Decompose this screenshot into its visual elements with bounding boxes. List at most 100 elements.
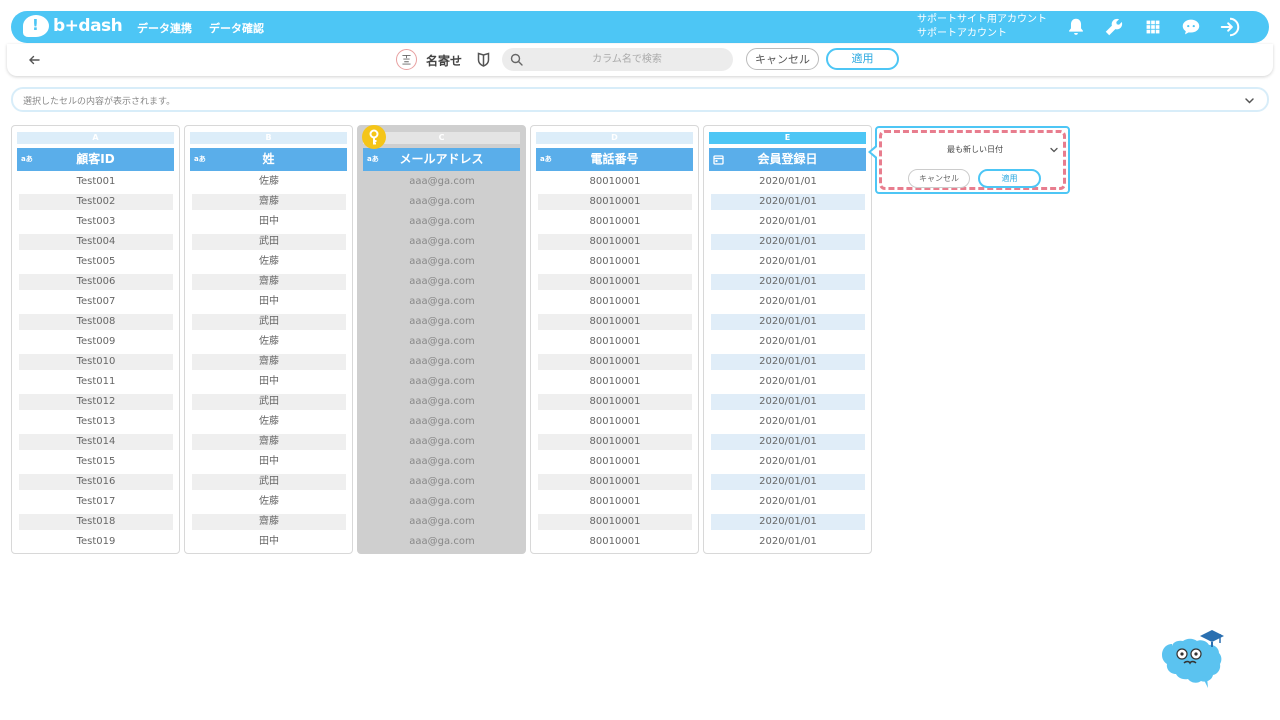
table-cell[interactable]: 武田 bbox=[192, 234, 346, 250]
nav-data-link[interactable]: データ連携 bbox=[137, 20, 192, 36]
table-cell[interactable]: 80010001 bbox=[538, 254, 692, 270]
table-cell[interactable]: 2020/01/01 bbox=[711, 294, 865, 310]
table-cell[interactable]: 80010001 bbox=[538, 354, 692, 370]
column-letter[interactable]: A bbox=[17, 132, 174, 144]
table-cell[interactable]: aaa@ga.com bbox=[365, 274, 519, 290]
table-cell[interactable]: 武田 bbox=[192, 314, 346, 330]
table-cell[interactable]: 80010001 bbox=[538, 494, 692, 510]
table-cell[interactable]: 2020/01/01 bbox=[711, 394, 865, 410]
account-info[interactable]: サポートサイト用アカウント サポートアカウント bbox=[917, 13, 1047, 41]
table-cell[interactable]: Test008 bbox=[19, 314, 173, 330]
table-cell[interactable]: 80010001 bbox=[538, 474, 692, 490]
wrench-icon[interactable] bbox=[1103, 16, 1125, 38]
table-cell[interactable]: aaa@ga.com bbox=[365, 434, 519, 450]
table-cell[interactable]: 2020/01/01 bbox=[711, 194, 865, 210]
merge-rule-select[interactable]: 最も新しい日付 bbox=[888, 139, 1062, 161]
table-cell[interactable]: 2020/01/01 bbox=[711, 174, 865, 190]
column-letter[interactable]: B bbox=[190, 132, 347, 144]
table-cell[interactable]: 2020/01/01 bbox=[711, 434, 865, 450]
table-cell[interactable]: 2020/01/01 bbox=[711, 314, 865, 330]
table-cell[interactable]: 佐藤 bbox=[192, 254, 346, 270]
popup-apply-button[interactable]: 適用 bbox=[978, 169, 1041, 188]
column-header[interactable]: aあ メールアドレス bbox=[363, 148, 520, 171]
table-cell[interactable]: Test003 bbox=[19, 214, 173, 230]
table-cell[interactable]: Test018 bbox=[19, 514, 173, 530]
cancel-button[interactable]: キャンセル bbox=[746, 48, 819, 70]
table-cell[interactable]: 80010001 bbox=[538, 434, 692, 450]
table-cell[interactable]: 齋藤 bbox=[192, 354, 346, 370]
table-cell[interactable]: Test012 bbox=[19, 394, 173, 410]
table-cell[interactable]: aaa@ga.com bbox=[365, 174, 519, 190]
table-cell[interactable]: 80010001 bbox=[538, 274, 692, 290]
table-cell[interactable]: 田中 bbox=[192, 534, 346, 550]
column-letter[interactable]: D bbox=[536, 132, 693, 144]
help-chat-icon[interactable] bbox=[1180, 16, 1202, 38]
column-e[interactable]: E 会員登録日 2020/01/01 2020/01/01 2020/01/01 2020… bbox=[703, 125, 872, 554]
column-b[interactable]: Baあ姓佐藤 齋藤 田中 武田 佐藤 齋藤 田中 武田 佐藤 齋藤 田中 武田 佐藤 齋藤 田中 武田 佐藤 齋藤… bbox=[184, 125, 353, 554]
table-cell[interactable]: 80010001 bbox=[538, 314, 692, 330]
bell-icon[interactable] bbox=[1065, 16, 1087, 38]
table-cell[interactable]: 2020/01/01 bbox=[711, 414, 865, 430]
column-d[interactable]: Daあ 電話番号 80010001 80010001 80010001 80010001 8… bbox=[530, 125, 699, 554]
table-cell[interactable]: 佐藤 bbox=[192, 334, 346, 350]
table-cell[interactable]: aaa@ga.com bbox=[365, 454, 519, 470]
table-cell[interactable]: 80010001 bbox=[538, 514, 692, 530]
table-cell[interactable]: aaa@ga.com bbox=[365, 294, 519, 310]
table-cell[interactable]: 2020/01/01 bbox=[711, 254, 865, 270]
popup-cancel-button[interactable]: キャンセル bbox=[908, 169, 970, 188]
table-cell[interactable]: Test014 bbox=[19, 434, 173, 450]
table-cell[interactable]: 齋藤 bbox=[192, 274, 346, 290]
table-cell[interactable]: 齋藤 bbox=[192, 514, 346, 530]
table-cell[interactable]: 80010001 bbox=[538, 334, 692, 350]
table-cell[interactable]: Test017 bbox=[19, 494, 173, 510]
table-cell[interactable]: aaa@ga.com bbox=[365, 534, 519, 550]
table-cell[interactable]: 2020/01/01 bbox=[711, 334, 865, 350]
table-cell[interactable]: 2020/01/01 bbox=[711, 454, 865, 470]
table-cell[interactable]: aaa@ga.com bbox=[365, 474, 519, 490]
table-cell[interactable]: aaa@ga.com bbox=[365, 354, 519, 370]
table-cell[interactable]: 80010001 bbox=[538, 454, 692, 470]
table-cell[interactable]: aaa@ga.com bbox=[365, 374, 519, 390]
table-cell[interactable]: 齋藤 bbox=[192, 194, 346, 210]
table-cell[interactable]: Test015 bbox=[19, 454, 173, 470]
table-cell[interactable]: Test001 bbox=[19, 174, 173, 190]
table-cell[interactable]: Test007 bbox=[19, 294, 173, 310]
table-cell[interactable]: 田中 bbox=[192, 374, 346, 390]
table-cell[interactable]: 2020/01/01 bbox=[711, 534, 865, 550]
table-cell[interactable]: Test002 bbox=[19, 194, 173, 210]
column-a[interactable]: Aaあ 顧客ID Test001 Test002 Test003 Test004 Test0… bbox=[11, 125, 180, 554]
table-cell[interactable]: 80010001 bbox=[538, 294, 692, 310]
column-header[interactable]: aあ 顧客ID bbox=[17, 148, 174, 171]
logout-icon[interactable] bbox=[1219, 16, 1241, 38]
table-cell[interactable]: aaa@ga.com bbox=[365, 514, 519, 530]
table-cell[interactable]: 80010001 bbox=[538, 234, 692, 250]
table-cell[interactable]: aaa@ga.com bbox=[365, 414, 519, 430]
table-cell[interactable]: 田中 bbox=[192, 454, 346, 470]
table-cell[interactable]: Test013 bbox=[19, 414, 173, 430]
apps-grid-icon[interactable] bbox=[1142, 16, 1164, 38]
chevron-down-icon[interactable] bbox=[1244, 95, 1255, 106]
table-cell[interactable]: 武田 bbox=[192, 394, 346, 410]
cell-content-bar[interactable]: 選択したセルの内容が表示されます。 bbox=[11, 87, 1269, 112]
table-cell[interactable]: 2020/01/01 bbox=[711, 354, 865, 370]
table-cell[interactable]: aaa@ga.com bbox=[365, 214, 519, 230]
table-cell[interactable]: Test011 bbox=[19, 374, 173, 390]
column-letter[interactable]: C bbox=[363, 132, 520, 144]
table-cell[interactable]: 80010001 bbox=[538, 214, 692, 230]
logo[interactable]: b+dash bbox=[23, 15, 123, 37]
table-cell[interactable]: Test010 bbox=[19, 354, 173, 370]
table-cell[interactable]: 佐藤 bbox=[192, 494, 346, 510]
table-cell[interactable]: Test006 bbox=[19, 274, 173, 290]
table-cell[interactable]: 2020/01/01 bbox=[711, 474, 865, 490]
nav-data-check[interactable]: データ確認 bbox=[209, 20, 264, 36]
table-cell[interactable]: aaa@ga.com bbox=[365, 314, 519, 330]
column-c[interactable]: Caあ メールアドレス aaa@ga.com aaa@ga.com aaa@ga.com… bbox=[357, 125, 526, 554]
table-cell[interactable]: aaa@ga.com bbox=[365, 234, 519, 250]
table-cell[interactable]: Test019 bbox=[19, 534, 173, 550]
table-cell[interactable]: 武田 bbox=[192, 474, 346, 490]
table-cell[interactable]: 田中 bbox=[192, 214, 346, 230]
shield-icon[interactable] bbox=[477, 52, 490, 67]
table-cell[interactable]: 田中 bbox=[192, 294, 346, 310]
table-cell[interactable]: aaa@ga.com bbox=[365, 494, 519, 510]
table-cell[interactable]: 2020/01/01 bbox=[711, 494, 865, 510]
